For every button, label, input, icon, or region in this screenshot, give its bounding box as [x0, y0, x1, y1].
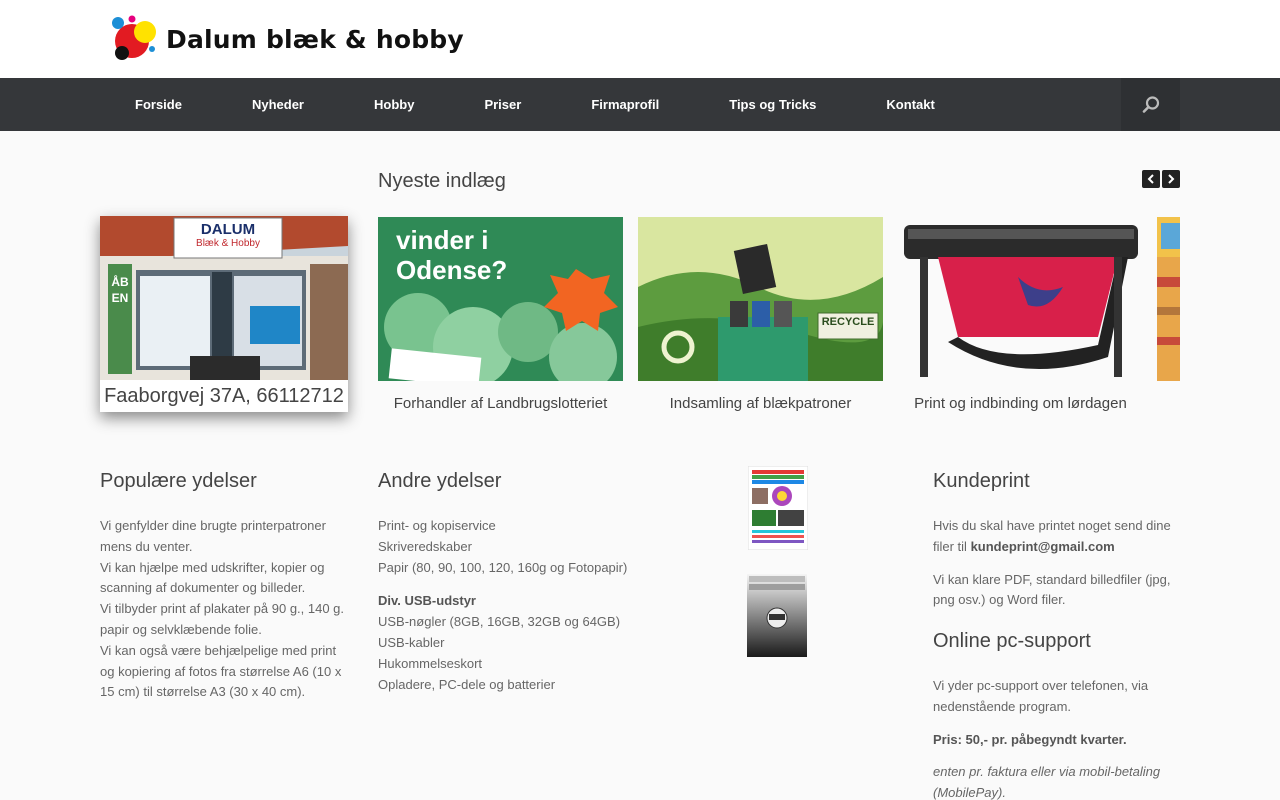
site-logo[interactable]: Dalum blæk & hobby	[110, 15, 464, 63]
popular-line-4: Vi kan også være behjælpelige med print …	[100, 642, 342, 700]
grayscale-test-print-image	[747, 574, 807, 657]
store-address-caption: Faaborgvej 37A, 66112712	[100, 380, 348, 412]
kundeprint-text: Hvis du skal have printet noget send din…	[933, 516, 1183, 623]
post-title-indsamling[interactable]: Indsamling af blækpatroner	[638, 395, 883, 412]
post-image-plotter[interactable]	[898, 217, 1143, 381]
nav-item-forside[interactable]: Forside	[100, 78, 217, 131]
post-card-landbrugslotteriet[interactable]: vinder i Odense? Forhandler af Landbrugs…	[378, 217, 623, 412]
pc-support-paragraph: Vi yder pc-support over telefonen, via n…	[933, 678, 1149, 714]
usb-item-3: Hukommelseskort	[378, 655, 483, 671]
other-group1-item-1: Print- og kopiservice	[378, 518, 496, 533]
popular-line-3: Vi tilbyder print af plakater på 90 g., …	[100, 601, 345, 637]
popular-line-1: Vi genfylder dine brugte printerpatroner…	[100, 518, 326, 554]
slider-prev-button[interactable]	[1142, 170, 1160, 188]
usb-item-2: USB-kabler	[378, 634, 445, 650]
search-toggle-button[interactable]	[1121, 78, 1180, 131]
usb-equipment-title: Div. USB-udstyr	[378, 593, 476, 609]
nav-item-kontakt[interactable]: Kontakt	[851, 78, 969, 131]
logo-mark-icon	[110, 15, 158, 63]
other-group1-item-2: Skriveredskaber	[378, 538, 472, 554]
post-image-recycle[interactable]: RECYCLE	[638, 217, 883, 381]
other-services-heading: Andre ydelser	[378, 470, 502, 492]
post-card-indsamling[interactable]: RECYCLE Indsamling af blækpatroner	[638, 217, 883, 412]
nav-item-firmaprofil[interactable]: Firmaprofil	[556, 78, 694, 131]
post-title-landbrugslotteriet[interactable]: Forhandler af Landbrugslotteriet	[378, 395, 623, 412]
store-sign-line1: DALUM	[200, 221, 256, 238]
usb-item-4: Opladere, PC-dele og batterier	[378, 676, 556, 692]
post-image-partial	[1157, 217, 1180, 381]
other-services-text: Print- og kopiservice Skriveredskaber Pa…	[378, 516, 628, 695]
post-title-print-lordag[interactable]: Print og indbinding om lørdagen	[898, 395, 1143, 412]
site-header: Dalum blæk & hobby	[0, 0, 1280, 78]
pc-support-payment: enten pr. faktura eller via mobil-betali…	[933, 764, 1161, 800]
nav-item-priser[interactable]: Priser	[449, 78, 556, 131]
latest-posts-heading: Nyeste indlæg	[378, 170, 506, 192]
post-image-lottery[interactable]: vinder i Odense?	[378, 217, 623, 381]
popular-line-2: Vi kan hjælpe med udskrifter, kopier og …	[100, 559, 325, 596]
post-image-lottery-text: vinder i Odense?	[396, 225, 508, 285]
kundeprint-paragraph-2: Vi kan klare PDF, standard billedfiler (…	[933, 571, 1171, 608]
post-card-print-lordag[interactable]: Print og indbinding om lørdagen	[898, 217, 1143, 412]
pc-support-price: Pris: 50,- pr. påbegyndt kvarter.	[933, 731, 1127, 747]
chevron-left-icon	[1147, 174, 1154, 184]
nav-item-tips-og-tricks[interactable]: Tips og Tricks	[694, 78, 851, 131]
main-navigation: Forside Nyheder Hobby Priser Firmaprofil…	[0, 78, 1280, 131]
other-group1-item-3: Papir (80, 90, 100, 120, 160g og Fotopap…	[378, 559, 628, 575]
search-icon	[1142, 95, 1159, 113]
chevron-right-icon	[1168, 174, 1175, 184]
kundeprint-email[interactable]: kundeprint@gmail.com	[971, 539, 1115, 554]
popular-services-text: Vi genfylder dine brugte printerpatroner…	[100, 516, 350, 703]
post-image-recycle-text: RECYCLE	[821, 316, 875, 328]
color-test-print-image	[747, 465, 809, 551]
post-card-partial[interactable]	[1157, 217, 1180, 381]
kundeprint-heading: Kundeprint	[933, 470, 1030, 492]
nav-item-hobby[interactable]: Hobby	[339, 78, 449, 131]
nav-item-nyheder[interactable]: Nyheder	[217, 78, 339, 131]
store-sign-line2: Blæk & Hobby	[196, 238, 260, 249]
logo-text: Dalum blæk & hobby	[166, 24, 464, 54]
popular-services-heading: Populære ydelser	[100, 470, 257, 492]
store-door-text: ÅBEN	[111, 275, 129, 305]
usb-item-1: USB-nøgler (8GB, 16GB, 32GB og 64GB)	[378, 614, 621, 630]
pc-support-text: Vi yder pc-support over telefonen, via n…	[933, 676, 1183, 800]
pc-support-heading: Online pc-support	[933, 630, 1091, 652]
slider-next-button[interactable]	[1162, 170, 1180, 188]
store-photo-card[interactable]: DALUM Blæk & Hobby ÅBEN Faaborgvej 37A, …	[100, 216, 348, 412]
kundeprint-paragraph-1: Hvis du skal have printet noget send din…	[933, 516, 1183, 558]
